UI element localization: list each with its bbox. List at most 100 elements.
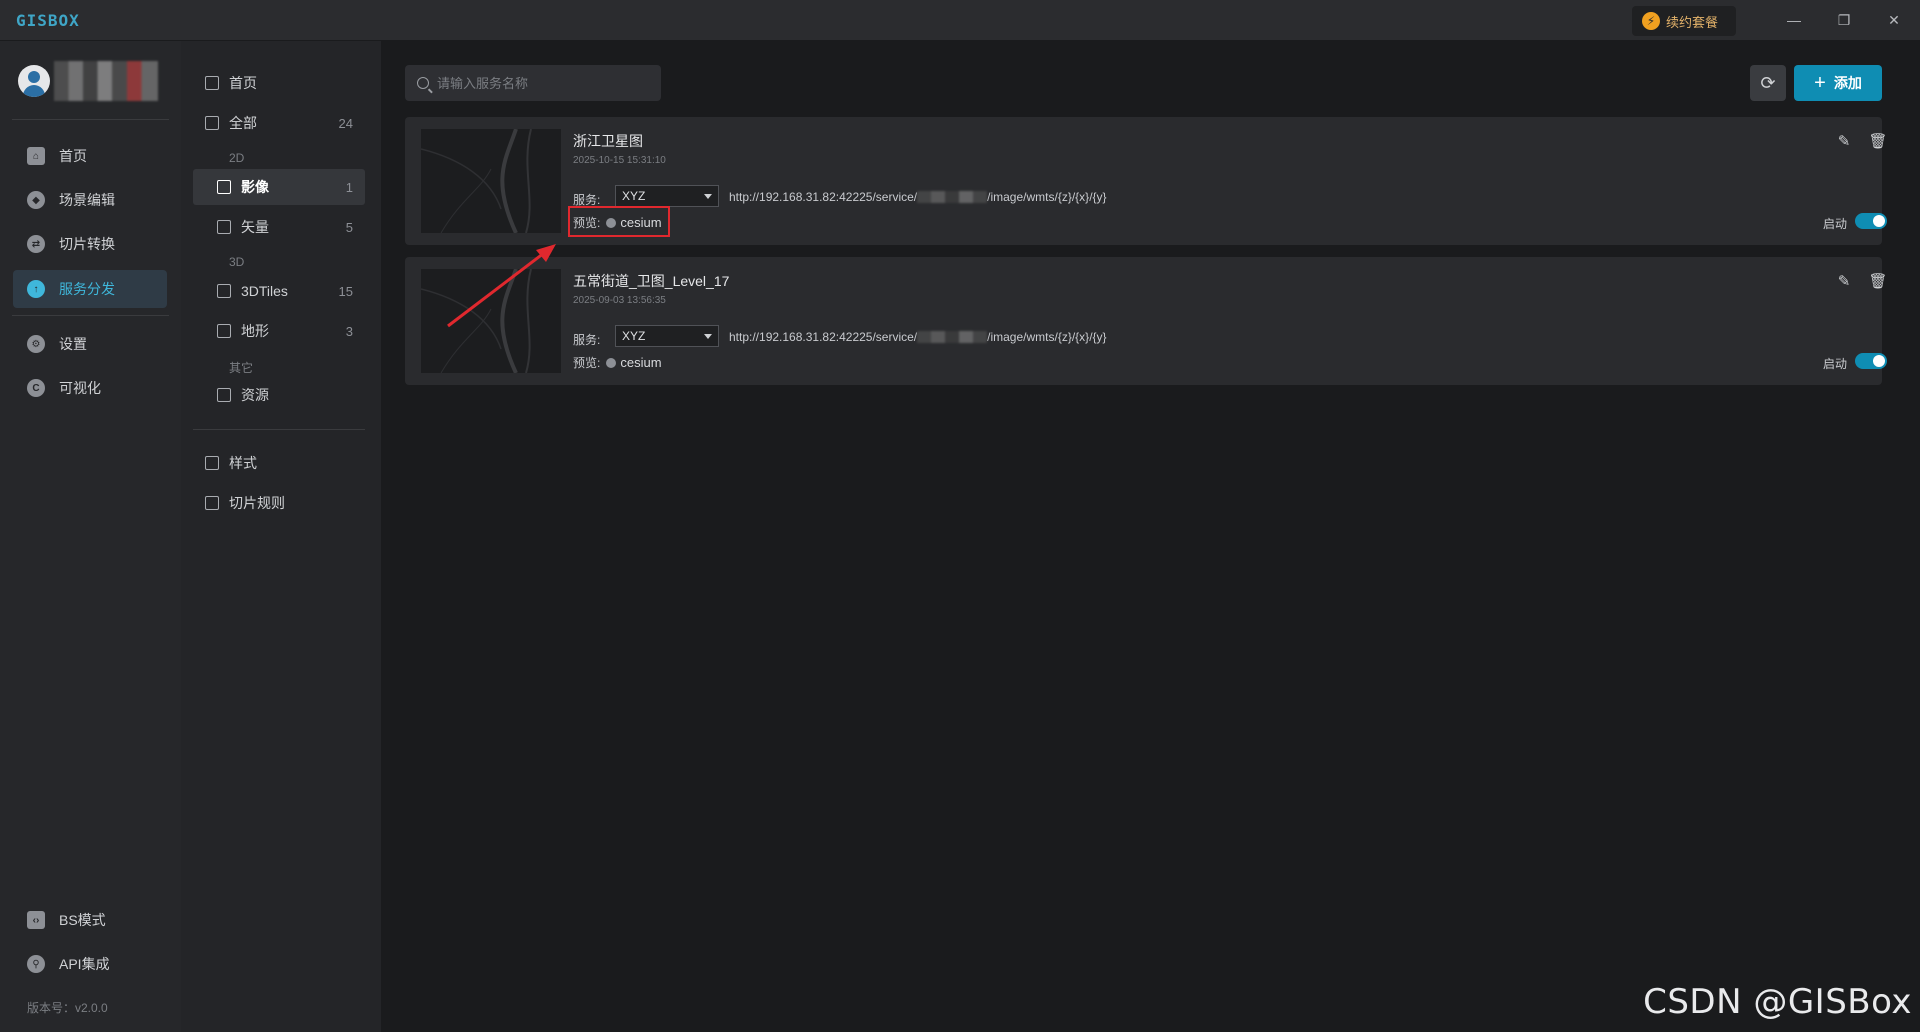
home-icon bbox=[205, 76, 219, 90]
subnav-all[interactable]: 全部 24 bbox=[193, 105, 365, 141]
restore-icon[interactable]: ❐ bbox=[1830, 8, 1858, 32]
app-logo: GISBOX bbox=[16, 11, 80, 30]
nav-item-bs-mode[interactable]: ‹› BS模式 bbox=[13, 901, 167, 939]
nav-item-label: 切片转换 bbox=[59, 236, 115, 252]
avatar[interactable] bbox=[18, 65, 50, 97]
chevron-down-icon bbox=[704, 194, 712, 199]
add-button[interactable]: + 添加 bbox=[1794, 65, 1882, 101]
convert-icon: ⇄ bbox=[27, 235, 45, 253]
username-redacted bbox=[54, 61, 158, 101]
edit-icon[interactable]: ✎ bbox=[1834, 131, 1854, 151]
category-nav: 首页 全部 24 2D 影像 1 矢量 5 3D 3DTiles 15 地形 3… bbox=[181, 41, 381, 1032]
annotation-highlight-box bbox=[568, 206, 670, 237]
nav-item-scene-edit[interactable]: ◆ 场景编辑 bbox=[13, 181, 167, 219]
nav-item-home[interactable]: ⌂ 首页 bbox=[13, 137, 167, 175]
nav-item-settings[interactable]: ⚙ 设置 bbox=[13, 325, 167, 363]
service-url-suffix: /image/wmts/{z}/{x}/{y} bbox=[987, 330, 1107, 344]
subnav-style[interactable]: 样式 bbox=[193, 445, 365, 481]
lightning-icon: ⚡ bbox=[1642, 12, 1660, 30]
renew-plan-label: 续约套餐 bbox=[1666, 14, 1719, 30]
cesium-preview-link[interactable]: cesium bbox=[606, 355, 662, 370]
service-date: 2025-09-03 13:56:35 bbox=[573, 295, 666, 306]
upload-icon: ↑ bbox=[27, 280, 45, 298]
enable-toggle[interactable] bbox=[1855, 213, 1887, 229]
nav-item-label: 设置 bbox=[59, 336, 87, 352]
service-type-select[interactable]: XYZ bbox=[615, 185, 719, 207]
service-url[interactable]: http://192.168.31.82:42225/service/ /ima… bbox=[729, 190, 1107, 204]
refresh-icon: ⟳ bbox=[1760, 72, 1776, 93]
globe-icon bbox=[606, 357, 617, 368]
service-card[interactable]: 五常街道_卫图_Level_17 2025-09-03 13:56:35 服务:… bbox=[405, 257, 1888, 385]
subnav-label: 影像 bbox=[241, 179, 269, 195]
api-icon: ⚲ bbox=[27, 955, 45, 973]
subnav-label: 地形 bbox=[241, 323, 269, 339]
user-profile[interactable] bbox=[18, 61, 158, 101]
service-url-suffix: /image/wmts/{z}/{x}/{y} bbox=[987, 190, 1107, 204]
service-type-value: XYZ bbox=[622, 189, 646, 203]
nav-item-label: API集成 bbox=[59, 956, 110, 972]
resource-icon bbox=[217, 388, 231, 402]
subnav-label: 首页 bbox=[229, 75, 257, 91]
subnav-terrain[interactable]: 地形 3 bbox=[193, 313, 365, 349]
satellite-icon bbox=[217, 180, 231, 194]
subnav-tile-rule[interactable]: 切片规则 bbox=[193, 485, 365, 521]
delete-icon[interactable]: 🗑 bbox=[1868, 131, 1888, 151]
minimize-icon[interactable]: — bbox=[1780, 8, 1808, 32]
service-title: 浙江卫星图 bbox=[573, 133, 643, 149]
subnav-label: 资源 bbox=[241, 387, 269, 403]
count-badge: 15 bbox=[338, 283, 353, 299]
chevron-down-icon bbox=[704, 334, 712, 339]
subnav-label: 样式 bbox=[229, 455, 257, 471]
document-icon bbox=[205, 496, 219, 510]
grid-icon bbox=[205, 116, 219, 130]
nav-item-label: 场景编辑 bbox=[59, 192, 115, 208]
cube-icon: ◆ bbox=[27, 191, 45, 209]
delete-icon[interactable]: 🗑 bbox=[1868, 271, 1888, 291]
cesium-link-label: cesium bbox=[620, 355, 662, 370]
service-url[interactable]: http://192.168.31.82:42225/service/ /ima… bbox=[729, 330, 1107, 344]
nav-divider bbox=[12, 119, 169, 120]
main-content: ⟳ + 添加 浙江卫星图 2025-10-15 15:31:10 服务: XYZ… bbox=[381, 41, 1920, 1032]
nav-item-label: 可视化 bbox=[59, 380, 101, 396]
nav-item-tile-convert[interactable]: ⇄ 切片转换 bbox=[13, 225, 167, 263]
vector-icon bbox=[217, 220, 231, 234]
edit-icon[interactable]: ✎ bbox=[1834, 271, 1854, 291]
subnav-resource[interactable]: 资源 bbox=[193, 377, 365, 413]
subnav-home[interactable]: 首页 bbox=[193, 65, 365, 101]
subnav-divider bbox=[193, 429, 365, 430]
plus-icon: + bbox=[1814, 72, 1826, 94]
map-thumbnail bbox=[421, 129, 561, 233]
settings-icon: ⚙ bbox=[27, 335, 45, 353]
subnav-imagery[interactable]: 影像 1 bbox=[193, 169, 365, 205]
watermark: CSDN @GISBox bbox=[1643, 982, 1912, 1022]
subnav-label: 切片规则 bbox=[229, 495, 285, 511]
group-label-other: 其它 bbox=[229, 361, 254, 375]
refresh-button[interactable]: ⟳ bbox=[1750, 65, 1786, 101]
service-label: 服务: bbox=[573, 333, 601, 347]
enable-toggle[interactable] bbox=[1855, 353, 1887, 369]
service-type-select[interactable]: XYZ bbox=[615, 325, 719, 347]
subnav-vector[interactable]: 矢量 5 bbox=[193, 209, 365, 245]
group-label-3d: 3D bbox=[229, 255, 245, 269]
redacted-segment bbox=[917, 331, 988, 343]
service-title: 五常街道_卫图_Level_17 bbox=[573, 273, 730, 289]
redacted-segment bbox=[917, 191, 988, 203]
nav-item-label: 首页 bbox=[59, 148, 87, 164]
toggle-label: 启动 bbox=[1823, 217, 1848, 231]
nav-item-visualize[interactable]: C 可视化 bbox=[13, 369, 167, 407]
group-label-2d: 2D bbox=[229, 151, 245, 165]
renew-plan-button[interactable]: ⚡ 续约套餐 bbox=[1632, 6, 1736, 36]
subnav-label: 矢量 bbox=[241, 219, 269, 235]
nav-item-service-publish[interactable]: ↑ 服务分发 bbox=[13, 270, 167, 308]
subnav-label: 全部 bbox=[229, 115, 257, 131]
nav-item-api[interactable]: ⚲ API集成 bbox=[13, 945, 167, 983]
subnav-3dtiles[interactable]: 3DTiles 15 bbox=[193, 273, 365, 309]
count-badge: 5 bbox=[345, 219, 353, 235]
close-icon[interactable]: ✕ bbox=[1880, 8, 1908, 32]
title-bar: GISBOX ⚡ 续约套餐 — ❐ ✕ bbox=[0, 0, 1920, 41]
service-card[interactable]: 浙江卫星图 2025-10-15 15:31:10 服务: XYZ http:/… bbox=[405, 117, 1888, 245]
visualize-icon: C bbox=[27, 379, 45, 397]
search-box[interactable] bbox=[405, 65, 661, 101]
search-icon bbox=[417, 77, 429, 89]
search-input[interactable] bbox=[437, 75, 647, 91]
